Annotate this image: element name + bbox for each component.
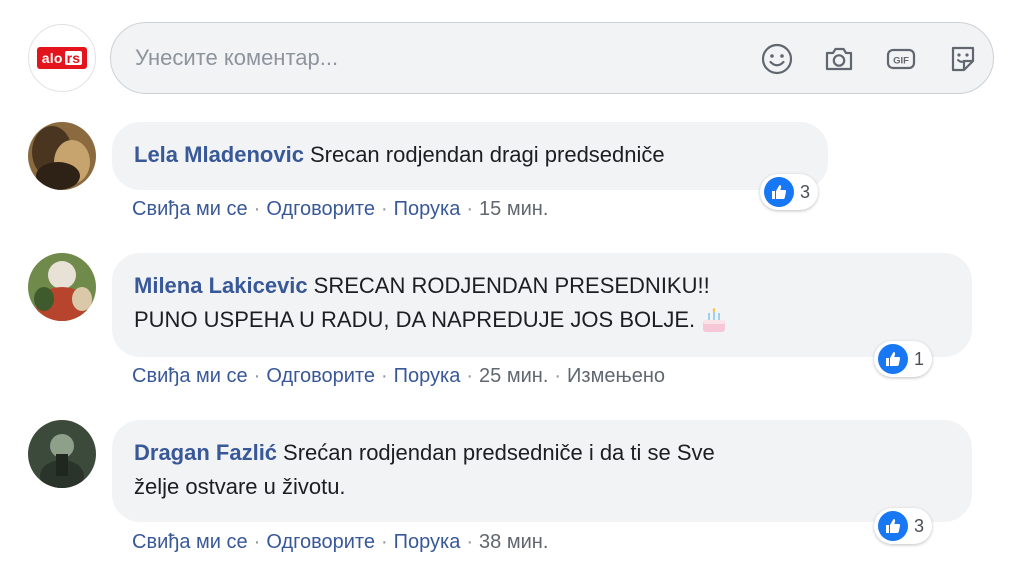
separator: · — [380, 365, 388, 387]
separator: · — [466, 531, 474, 553]
separator: · — [380, 531, 388, 553]
thumbs-up-icon — [764, 177, 794, 207]
reaction-count-value: 3 — [800, 181, 811, 202]
reaction-count[interactable]: 1 — [874, 341, 933, 377]
message-link[interactable]: Порука — [394, 198, 461, 220]
avatar[interactable] — [28, 253, 96, 321]
reaction-count-value: 1 — [914, 348, 925, 369]
composer-tools: GIF — [757, 39, 983, 79]
camera-icon[interactable] — [819, 39, 859, 79]
comment-text-line-2: želje ostvare u životu. — [134, 474, 346, 499]
comment-text-line-1: SRECAN RODJENDAN PRESEDNIKU!! — [313, 273, 710, 298]
comment-bubble: Lela Mladenovic Srecan rodjendan dragi pr… — [112, 122, 828, 190]
comment-author[interactable]: Dragan Fazlić — [134, 440, 277, 465]
gif-label: GIF — [893, 56, 909, 67]
edited-label[interactable]: Измењено — [567, 365, 665, 387]
message-link[interactable]: Порука — [394, 365, 461, 387]
page-avatar[interactable]: alo rs — [28, 24, 96, 92]
thumbs-up-icon — [878, 344, 908, 374]
reply-link[interactable]: Одговорите — [266, 365, 375, 387]
sticker-icon[interactable] — [943, 39, 983, 79]
logo-text: alo — [41, 50, 63, 66]
thumbs-up-icon — [878, 511, 908, 541]
comment-input-placeholder: Унесите коментар... — [135, 45, 339, 70]
comment-timestamp[interactable]: 25 мин. — [479, 365, 548, 387]
comment-bubble: Dragan Fazlić Srećan rodjendan predsednič… — [112, 420, 972, 522]
separator: · — [253, 365, 261, 387]
comment-input[interactable]: Унесите коментар... GIF — [110, 22, 994, 94]
comment-actions: Свиђа ми се · Одговорите · Порука · 38 мин. — [132, 531, 548, 554]
avatar[interactable] — [28, 420, 96, 488]
separator: · — [253, 198, 261, 220]
like-link[interactable]: Свиђа ми се — [132, 531, 248, 553]
smiley-icon[interactable] — [757, 39, 797, 79]
comment-author[interactable]: Milena Lakicevic — [134, 273, 308, 298]
comment-text-line-1: Srećan rodjendan predsedniče i da ti se … — [283, 440, 715, 465]
reaction-count[interactable]: 3 — [874, 508, 933, 544]
separator: · — [380, 198, 388, 220]
separator: · — [253, 531, 261, 553]
separator: · — [466, 365, 474, 387]
logo-tld: rs — [64, 50, 83, 66]
comment-actions: Свиђа ми се · Одговорите · Порука · 15 мин. — [132, 198, 548, 221]
comment-author[interactable]: Lela Mladenovic — [134, 142, 304, 167]
reaction-count-value: 3 — [914, 515, 925, 536]
like-link[interactable]: Свиђа ми се — [132, 198, 248, 220]
like-link[interactable]: Свиђа ми се — [132, 365, 248, 387]
alo-rs-logo: alo rs — [36, 47, 88, 69]
separator: · — [554, 365, 562, 387]
comment-composer: alo rs Унесите коментар... GIF — [28, 22, 998, 96]
reaction-count[interactable]: 3 — [760, 174, 819, 210]
comment-text-line-2: PUNO USPEHA U RADU, DA NAPREDUJE JOS BOL… — [134, 307, 696, 332]
birthday-cake-icon — [699, 306, 729, 336]
comment-timestamp[interactable]: 38 мин. — [479, 531, 548, 553]
comment-actions: Свиђа ми се · Одговорите · Порука · 25 мин. · Из… — [132, 365, 665, 388]
reply-link[interactable]: Одговорите — [266, 198, 375, 220]
gif-icon[interactable]: GIF — [881, 39, 921, 79]
separator: · — [466, 198, 474, 220]
comment-bubble: Milena Lakicevic SRECAN RODJENDAN PRESEDN… — [112, 253, 972, 357]
message-link[interactable]: Порука — [394, 531, 461, 553]
avatar[interactable] — [28, 122, 96, 190]
comment-text: Srecan rodjendan dragi predsedniče — [309, 142, 665, 167]
comment-timestamp[interactable]: 15 мин. — [479, 198, 548, 220]
reply-link[interactable]: Одговорите — [266, 531, 375, 553]
